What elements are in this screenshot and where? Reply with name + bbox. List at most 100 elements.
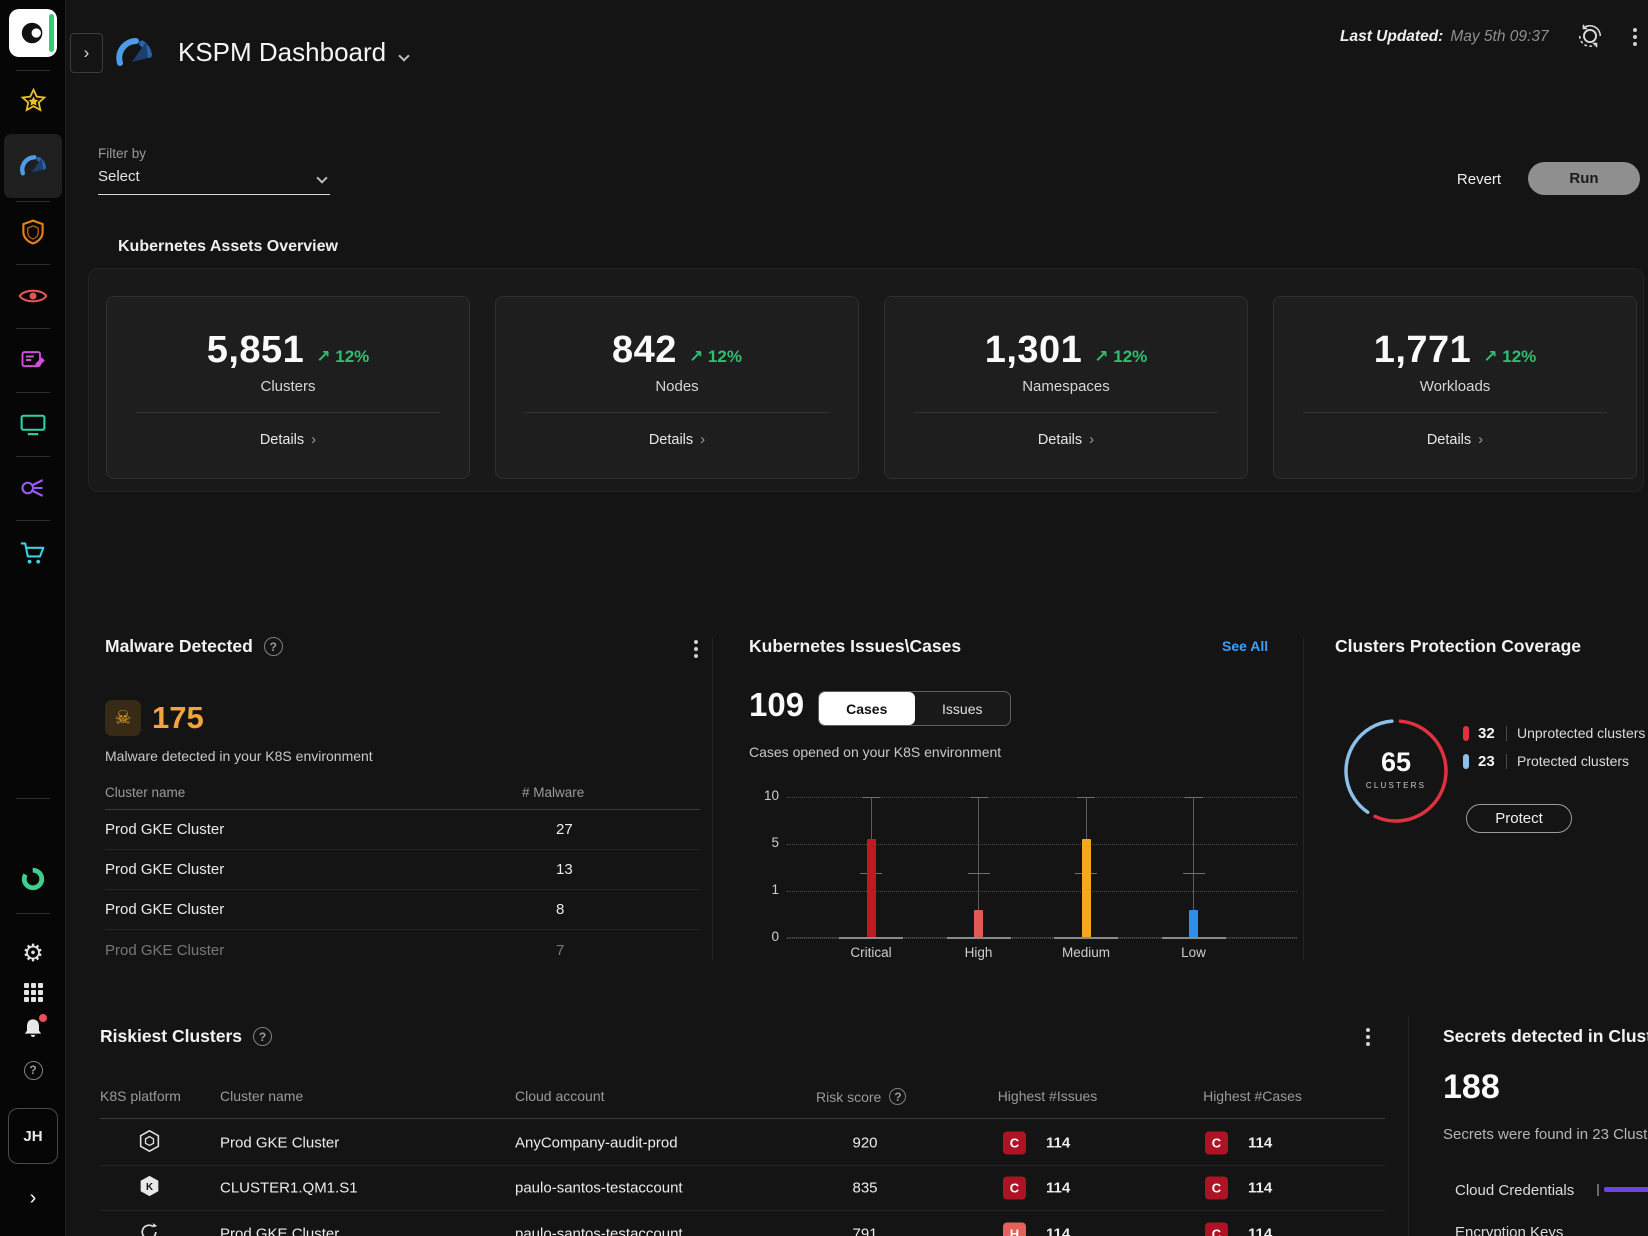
- stat-delta: ↗ 12%: [1483, 347, 1536, 367]
- cases-count: 114: [1248, 1135, 1272, 1152]
- run-button[interactable]: Run: [1528, 162, 1640, 195]
- riskiest-table-row[interactable]: Prod GKE Cluster paulo-santos-testaccoun…: [100, 1211, 1385, 1236]
- legend-color-pill: [1463, 754, 1469, 769]
- filter-select[interactable]: Select: [98, 168, 330, 195]
- kspm-gauge-icon: [112, 31, 156, 75]
- sidebar-item-marketplace[interactable]: [0, 538, 66, 568]
- notifications-bell-icon: [21, 1016, 45, 1045]
- details-link[interactable]: Details›: [496, 431, 858, 448]
- divider: [16, 798, 50, 799]
- whisker-cap: [970, 797, 988, 799]
- issues-cases-title: Kubernetes Issues\Cases: [749, 636, 961, 657]
- select-chevron-down-icon: [316, 172, 327, 183]
- secrets-title: Secrets detected in Clusters: [1443, 1026, 1648, 1047]
- stat-value: 1,301: [985, 329, 1083, 372]
- stat-delta: ↗ 12%: [1094, 347, 1147, 367]
- sidebar-item-favorites[interactable]: [0, 86, 66, 116]
- legend-label: Protected clusters: [1517, 753, 1629, 769]
- whisker-cap: [862, 797, 880, 799]
- apps-grid-icon: [24, 983, 43, 1002]
- details-link[interactable]: Details›: [885, 431, 1247, 448]
- company-logo[interactable]: [9, 9, 57, 57]
- stat-label: Clusters: [107, 378, 469, 395]
- stat-value: 5,851: [207, 329, 305, 372]
- sidebar-item-ring-logo[interactable]: [0, 864, 66, 894]
- rotate-arrows-icon: [138, 1221, 160, 1236]
- user-avatar[interactable]: JH: [8, 1108, 58, 1164]
- trend-up-arrow-icon: ↗: [689, 347, 703, 366]
- tab-cases[interactable]: Cases: [819, 692, 915, 725]
- divider: [16, 264, 50, 265]
- severity-bar-medium: [1082, 839, 1091, 938]
- table-row: Prod GKE Cluster27: [105, 810, 700, 850]
- sidebar-item-monitor[interactable]: [0, 410, 66, 438]
- help-icon[interactable]: ?: [253, 1027, 272, 1046]
- severity-badge: C: [1003, 1177, 1026, 1200]
- x-axis-category-label: Medium: [1041, 945, 1131, 963]
- sidebar-expand-button[interactable]: ›: [0, 1184, 66, 1212]
- divider: [16, 913, 50, 914]
- riskiest-table-row[interactable]: Prod GKE Cluster AnyCompany-audit-prod 9…: [100, 1121, 1385, 1166]
- monitor-display-icon: [19, 412, 47, 437]
- chevron-right-icon: ›: [1478, 431, 1483, 448]
- share-network-icon: [19, 474, 47, 502]
- header-kebab-menu-icon[interactable]: [1633, 28, 1637, 32]
- k8s-hexagon-icon: K: [138, 1175, 161, 1202]
- panel-collapse-button[interactable]: ›: [70, 33, 103, 73]
- help-icon: ?: [24, 1061, 43, 1080]
- gridline: [787, 891, 1297, 892]
- secret-bar-tick: [1597, 1184, 1599, 1196]
- risk-score: 920: [820, 1135, 910, 1152]
- help-icon[interactable]: ?: [264, 637, 283, 656]
- sidebar-item-help[interactable]: ?: [0, 1058, 66, 1082]
- tab-issues[interactable]: Issues: [915, 692, 1011, 725]
- axis-segment: [947, 937, 1011, 939]
- stat-value: 842: [612, 329, 677, 372]
- see-all-link[interactable]: See All: [1222, 638, 1268, 654]
- malware-kebab-menu-icon[interactable]: [694, 640, 698, 644]
- sidebar-item-settings[interactable]: ⚙: [0, 940, 66, 968]
- details-link[interactable]: Details›: [1274, 431, 1636, 448]
- refresh-button[interactable]: [1576, 22, 1604, 55]
- column-cluster-name: Cluster name: [220, 1088, 303, 1104]
- stat-card-clusters: 5,851 ↗ 12% Clusters Details›: [106, 296, 470, 479]
- column-cluster-name: Cluster name: [105, 785, 522, 800]
- sidebar-item-share[interactable]: [0, 474, 66, 502]
- details-link[interactable]: Details›: [107, 431, 469, 448]
- sidebar-item-shield[interactable]: [0, 217, 66, 247]
- protection-coverage-title: Clusters Protection Coverage: [1335, 636, 1581, 657]
- sidebar-item-kspm[interactable]: [0, 150, 66, 182]
- sidebar-item-visibility[interactable]: [0, 282, 66, 310]
- table-row: Prod GKE Cluster13: [105, 850, 700, 890]
- cart-marketplace-icon: [19, 540, 47, 566]
- malware-table: Cluster name # Malware Prod GKE Cluster2…: [105, 785, 700, 955]
- cluster-name: Prod GKE Cluster: [220, 1225, 339, 1236]
- stat-label: Namespaces: [885, 378, 1247, 395]
- stat-value: 1,771: [1374, 329, 1472, 372]
- column-risk-score: Risk score?: [816, 1088, 906, 1105]
- malware-panel-title: Malware Detected?: [105, 636, 283, 657]
- kspm-dashboard-page: ⚙ ? JH › ›: [0, 0, 1648, 1236]
- favorites-star-icon: [19, 87, 48, 116]
- stat-card-nodes: 842 ↗ 12% Nodes Details›: [495, 296, 859, 479]
- y-axis-tick-label: 5: [751, 835, 779, 850]
- column-highest-cases: Highest #Cases: [1145, 1088, 1360, 1104]
- svg-text:K: K: [146, 1182, 153, 1193]
- sidebar-item-notifications[interactable]: [0, 1016, 66, 1044]
- riskiest-kebab-menu-icon[interactable]: [1366, 1028, 1370, 1032]
- riskiest-table-row[interactable]: K CLUSTER1.QM1.S1 paulo-santos-testaccou…: [100, 1166, 1385, 1211]
- severity-badge: C: [1205, 1132, 1228, 1155]
- chevron-right-icon: ›: [1089, 431, 1094, 448]
- eye-visibility-icon: [18, 285, 48, 307]
- whisker-cap: [1077, 797, 1095, 799]
- divider: [100, 1118, 1385, 1119]
- sidebar-item-apps[interactable]: [0, 980, 66, 1004]
- sidebar-item-notes[interactable]: [0, 346, 66, 374]
- help-icon[interactable]: ?: [889, 1088, 906, 1105]
- stat-delta: ↗ 12%: [689, 347, 742, 367]
- revert-button[interactable]: Revert: [1443, 163, 1515, 195]
- protect-button[interactable]: Protect: [1466, 804, 1572, 833]
- cluster-name: CLUSTER1.QM1.S1: [220, 1180, 358, 1197]
- x-axis-category-label: High: [934, 945, 1024, 963]
- title-chevron-down-icon[interactable]: [398, 50, 409, 61]
